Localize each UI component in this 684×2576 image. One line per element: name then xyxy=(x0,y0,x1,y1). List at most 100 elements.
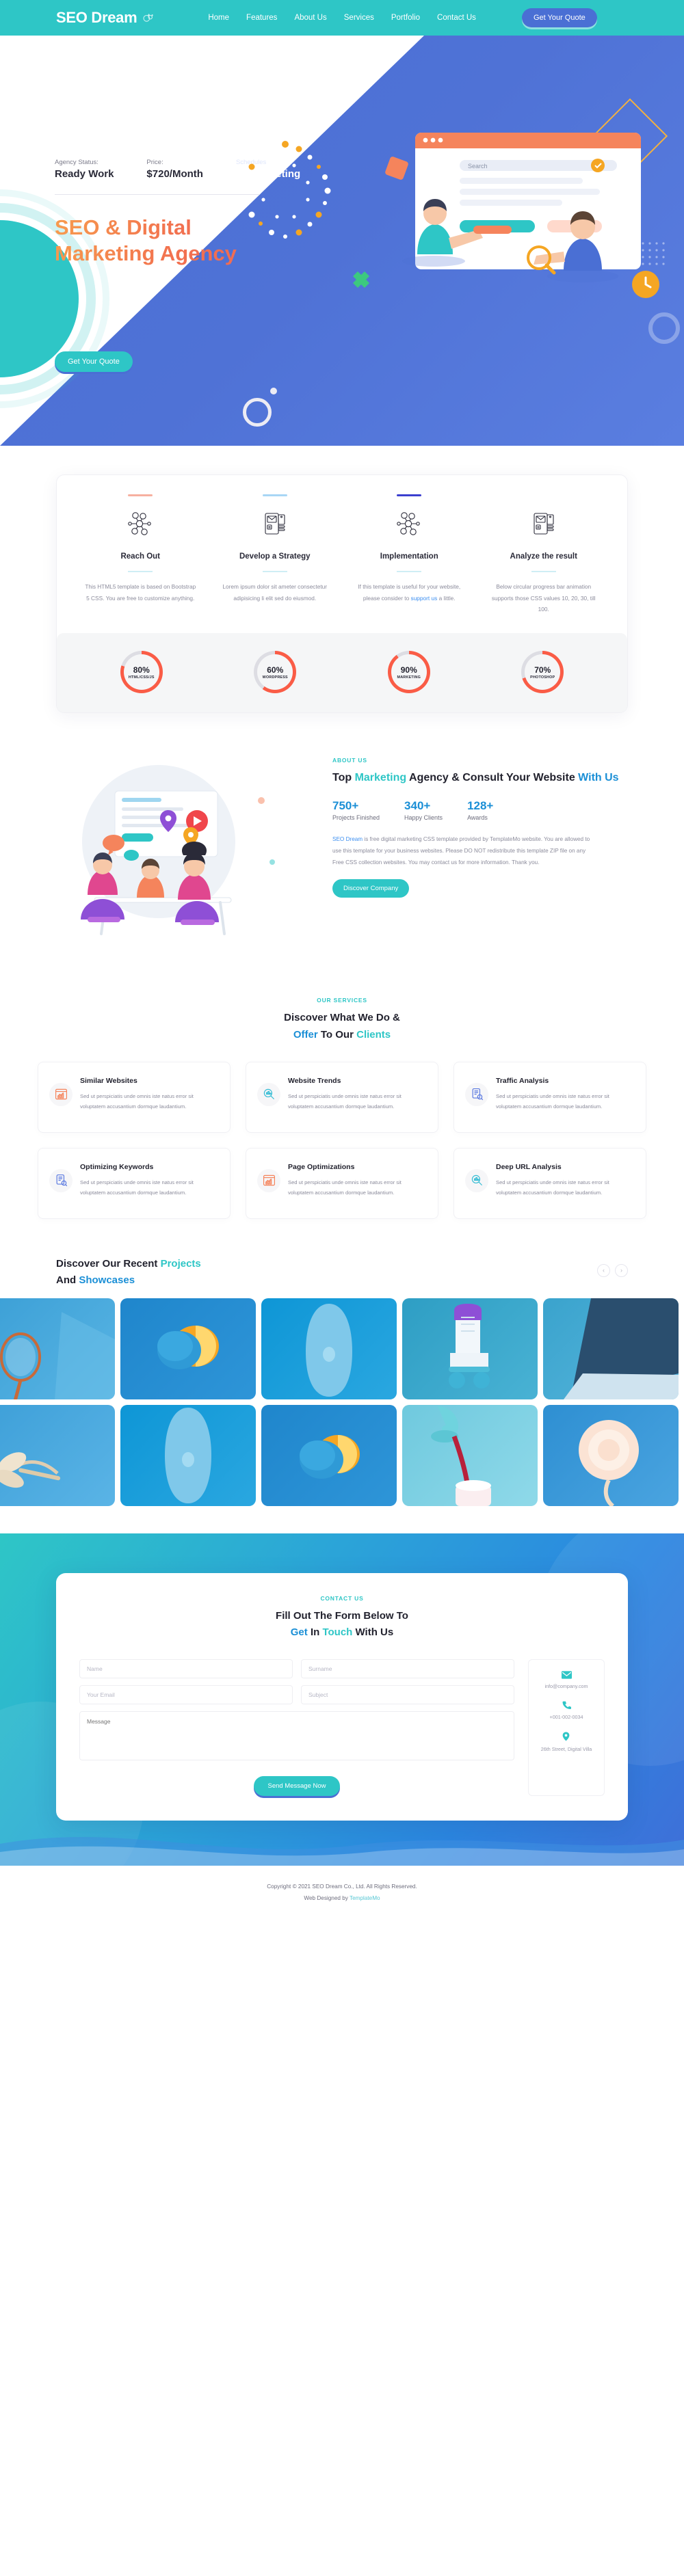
support-us-link[interactable]: support us xyxy=(411,595,438,602)
nav-item-portfolio[interactable]: Portfolio xyxy=(391,14,420,22)
process-top-accent xyxy=(262,494,287,496)
project-tile[interactable] xyxy=(543,1298,679,1399)
projects-heading-projects: Projects xyxy=(160,1257,201,1270)
magnifier-chart-icon xyxy=(465,1168,488,1192)
progress-ring: 80% HTML/CSS/JS xyxy=(120,651,163,694)
contact-heading-touch: Touch xyxy=(322,1626,353,1639)
contact-info-address[interactable]: 26th Street, Digital Villa xyxy=(540,1731,592,1754)
contact-info-phone[interactable]: +001-002-0034 xyxy=(550,1700,583,1721)
message-textarea[interactable] xyxy=(79,1711,514,1761)
process-text: This HTML5 template is based on Bootstra… xyxy=(85,583,196,602)
counter-label: Happy Clients xyxy=(404,814,443,821)
project-tile[interactable] xyxy=(543,1404,679,1506)
about-heading-part1: Top xyxy=(332,772,355,784)
map-pin-icon xyxy=(541,1731,592,1742)
contact-card: CONTACT US Fill Out The Form Below To Ge… xyxy=(56,1572,628,1821)
services-header: OUR SERVICES Discover What We Do & Offer… xyxy=(38,997,646,1044)
services-grid: Similar Websites Sed ut perspiciatis und… xyxy=(38,1061,646,1219)
templatemo-link[interactable]: TemplateMo xyxy=(350,1895,380,1901)
hero-cross-icon xyxy=(350,268,373,295)
services-heading: Discover What We Do & Offer To Our Clien… xyxy=(38,1010,646,1044)
service-text: Sed ut perspiciatis unde omnis iste natu… xyxy=(496,1179,609,1196)
process-item-analyze-the-result: Analyze the result Below circular progre… xyxy=(478,494,610,629)
contact-info-text: 26th Street, Digital Villa xyxy=(540,1745,592,1752)
nav-item-contact-us[interactable]: Contact Us xyxy=(437,14,476,22)
top-navbar: SEO Dream Home Features About Us Service… xyxy=(0,0,684,36)
form-row-email xyxy=(79,1685,514,1705)
progress-ring: 60% WORDPRESS xyxy=(254,651,297,694)
chevron-right-icon[interactable]: › xyxy=(615,1263,628,1277)
services-heading-line1: Discover What We Do & xyxy=(284,1012,400,1024)
contact-info-email[interactable]: info@company.com xyxy=(544,1671,588,1691)
process-title: Reach Out xyxy=(120,552,160,561)
projects-row-1 xyxy=(0,1298,684,1399)
project-tile[interactable] xyxy=(0,1404,115,1506)
process-title: Implementation xyxy=(380,552,438,561)
process-underline xyxy=(262,571,287,573)
counter-number: 750+ xyxy=(332,799,359,812)
service-card-optimizing-keywords[interactable]: Optimizing Keywords Sed ut perspiciatis … xyxy=(38,1147,231,1219)
nav-item-home[interactable]: Home xyxy=(208,14,229,22)
chevron-left-icon[interactable]: ‹ xyxy=(597,1263,610,1277)
service-title: Traffic Analysis xyxy=(496,1076,549,1085)
document-search-icon xyxy=(49,1168,73,1192)
counter-projects-finished: 750+ Projects Finished xyxy=(332,799,380,821)
project-tile[interactable] xyxy=(402,1404,538,1506)
progress-ring: 90% MARKETING xyxy=(387,651,430,694)
service-card-website-trends[interactable]: Website Trends Sed ut perspiciatis unde … xyxy=(246,1061,438,1133)
skill-photoshop: 70% PHOTOSHOP xyxy=(476,651,610,694)
footer-wave xyxy=(0,1821,684,1866)
service-card-similar-websites[interactable]: Similar Websites Sed ut perspiciatis und… xyxy=(38,1061,231,1133)
project-tile[interactable] xyxy=(402,1298,538,1399)
nav-item-features[interactable]: Features xyxy=(246,14,277,22)
seo-dream-link[interactable]: SEO Dream xyxy=(332,836,363,842)
skill-label: PHOTOSHOP xyxy=(530,675,555,680)
network-people-icon xyxy=(84,506,197,541)
sparkle-bubbles-icon xyxy=(141,11,155,25)
skill-percent: 60% xyxy=(267,665,284,675)
projects-heading-showcases: Showcases xyxy=(79,1274,135,1286)
contact-heading: Fill Out The Form Below To Get In Touch … xyxy=(79,1608,605,1642)
skill-wordpress: 60% WORDPRESS xyxy=(209,651,343,694)
counter-label: Projects Finished xyxy=(332,814,380,821)
about-eyebrow: ABOUT US xyxy=(332,757,367,764)
process-text: If this template is useful for your webs… xyxy=(353,581,466,604)
process-underline xyxy=(531,571,556,573)
skill-percent: 90% xyxy=(400,665,417,675)
brand-logo[interactable]: SEO Dream xyxy=(56,9,155,27)
skill-html-css-js: 80% HTML/CSS/JS xyxy=(75,651,209,694)
service-card-traffic-analysis[interactable]: Traffic Analysis Sed ut perspiciatis und… xyxy=(453,1061,646,1133)
counter-number: 128+ xyxy=(467,799,494,812)
service-card-page-optimizations[interactable]: Page Optimizations Sed ut perspiciatis u… xyxy=(246,1147,438,1219)
hero-get-quote-button[interactable]: Get Your Quote xyxy=(55,351,133,372)
service-card-deep-url-analysis[interactable]: Deep URL Analysis Sed ut perspiciatis un… xyxy=(453,1147,646,1219)
name-input[interactable] xyxy=(79,1659,293,1679)
projects-heading-part1: Discover Our Recent xyxy=(56,1257,161,1270)
process-item-develop-a-strategy: Develop a Strategy Lorem ipsum dolor sit… xyxy=(209,494,341,629)
surname-input[interactable] xyxy=(301,1659,514,1679)
project-tile[interactable] xyxy=(0,1298,115,1399)
skill-label: HTML/CSS/JS xyxy=(128,675,155,680)
hero-stat-value: $720/Month xyxy=(146,168,203,180)
document-search-icon xyxy=(465,1082,488,1106)
project-tile[interactable] xyxy=(261,1404,397,1506)
project-tile[interactable] xyxy=(261,1298,397,1399)
contact-heading-get: Get xyxy=(290,1626,308,1639)
send-button-wrap: Send Message Now xyxy=(79,1776,514,1797)
discover-company-button[interactable]: Discover Company xyxy=(332,879,410,898)
project-tile[interactable] xyxy=(120,1298,256,1399)
skill-percent: 70% xyxy=(534,665,551,675)
nav-get-quote-button[interactable]: Get Your Quote xyxy=(521,8,597,27)
nav-item-services[interactable]: Services xyxy=(344,14,374,22)
subject-input[interactable] xyxy=(301,1685,514,1705)
footer: Copyright © 2021 SEO Dream Co., Ltd. All… xyxy=(0,1866,684,1922)
svg-text:Search: Search xyxy=(468,163,488,170)
nav-item-about-us[interactable]: About Us xyxy=(294,14,326,22)
service-title: Page Optimizations xyxy=(288,1162,355,1171)
service-title: Optimizing Keywords xyxy=(80,1162,154,1171)
services-heading-offer: Offer xyxy=(293,1028,318,1041)
project-tile[interactable] xyxy=(120,1404,256,1506)
email-input[interactable] xyxy=(79,1685,293,1705)
send-message-button[interactable]: Send Message Now xyxy=(254,1776,340,1797)
projects-section: Discover Our Recent Projects And Showcas… xyxy=(0,1226,684,1506)
